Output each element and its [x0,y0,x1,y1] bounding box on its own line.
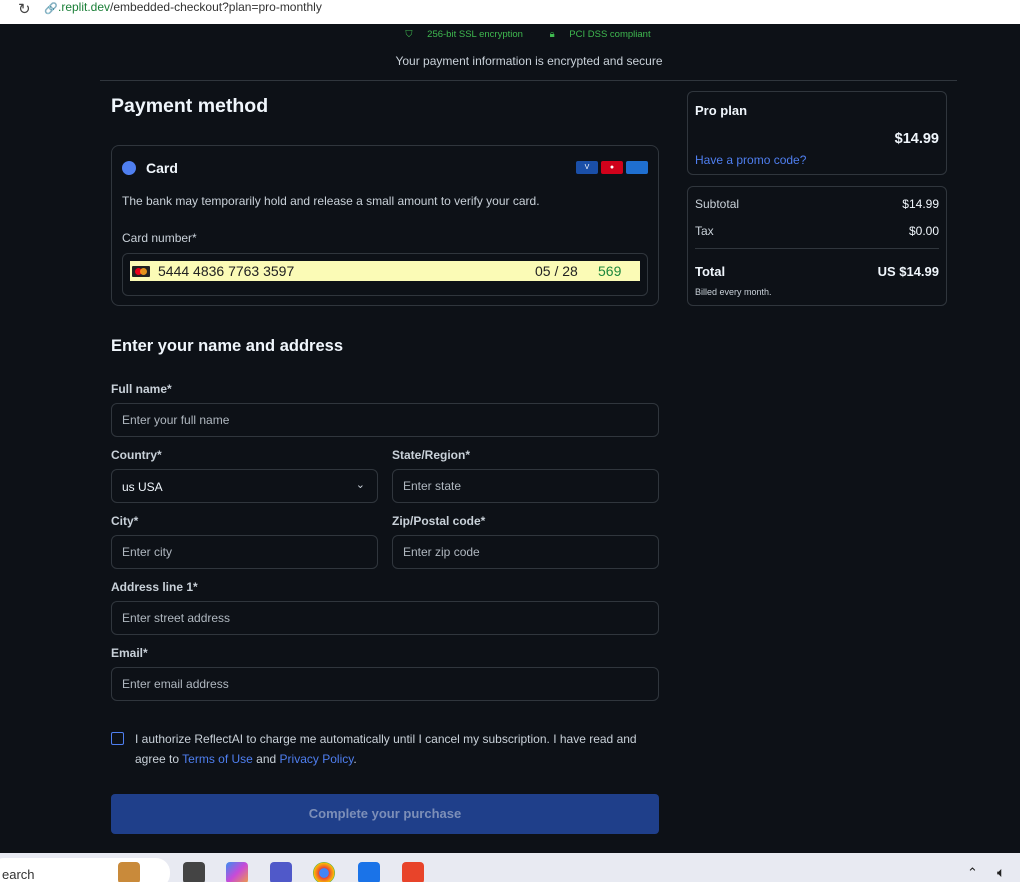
card-cvc-value[interactable]: 569 [598,263,621,279]
mastercard-logo-icon [132,265,150,277]
tax-row: Tax $0.00 [695,224,939,238]
mastercard-icon: ● [601,161,623,174]
country-label: Country* [111,448,162,462]
speaker-icon[interactable]: 🔈︎ [997,864,1005,881]
email-input[interactable] [111,667,659,701]
subtotal-value: $14.99 [902,197,939,211]
country-select[interactable]: us USA ⌄ [111,469,378,503]
plan-price: $14.99 [894,131,939,147]
state-input[interactable] [392,469,659,503]
consent-period: . [353,752,357,766]
app-icon[interactable] [358,862,380,882]
teams-icon[interactable] [270,862,292,882]
link-icon: 🔗 [44,3,58,15]
consent-and: and [252,752,280,766]
promo-code-link[interactable]: Have a promo code? [695,153,806,167]
chevron-down-icon: ⌄ [355,479,365,491]
url-domain: .replit.dev [58,0,111,14]
privacy-policy-link[interactable]: Privacy Policy [280,752,354,766]
full-name-label: Full name* [111,382,172,396]
card-autofill-input[interactable]: 5444 4836 7763 3597 05 / 28 569 [130,261,640,281]
total-value: US $14.99 [877,264,939,279]
card-label: Card [146,160,178,176]
card-radio-selected[interactable] [122,161,136,175]
city-input[interactable] [111,535,378,569]
pci-text: PCI DSS compliant [569,29,651,40]
card-number-label: Card number* [122,231,197,245]
ssl-badge: ⛉ 256-bit SSL encryption [399,29,529,40]
amex-icon [626,161,648,174]
payment-method-title: Payment method [111,95,269,117]
zip-input[interactable] [392,535,659,569]
app-icon-2[interactable] [402,862,424,882]
state-label: State/Region* [392,448,471,462]
url-path: /embedded-checkout?plan=pro-monthly [110,0,322,14]
widgets-icon[interactable] [118,862,140,882]
subtotal-label: Subtotal [695,197,740,211]
card-number-value: 5444 4836 7763 3597 [158,263,295,279]
lock-icon: 🔒︎ [549,29,555,40]
task-view-icon[interactable] [183,862,205,882]
pci-badge: 🔒︎ PCI DSS compliant [544,29,657,40]
copilot-icon[interactable] [226,862,248,882]
address-section-title: Enter your name and address [111,337,343,355]
taskbar-search[interactable]: earch [0,858,170,882]
card-brand-icons: V ● [576,161,648,174]
consent-text: I authorize ReflectAI to charge me autom… [135,729,659,769]
billing-frequency-note: Billed every month. [695,287,772,297]
plan-summary-card: Pro plan $14.99 Have a promo code? [687,91,947,175]
card-verification-note: The bank may temporarily hold and releas… [122,194,540,208]
country-value: us USA [122,480,163,494]
chevron-up-icon[interactable]: ⌃ [967,865,978,881]
reload-icon[interactable]: ↻ [18,0,31,18]
complete-purchase-button[interactable]: Complete your purchase [111,794,659,834]
tax-label: Tax [695,224,714,238]
browser-address-bar: ↻ 🔗 .replit.dev/embedded-checkout?plan=p… [0,0,1020,24]
total-label: Total [695,264,726,279]
full-name-input[interactable] [111,403,659,437]
totals-divider [695,248,939,249]
order-totals-card: Subtotal $14.99 Tax $0.00 Total US $14.9… [687,186,947,306]
card-number-field[interactable]: 5444 4836 7763 3597 05 / 28 569 [122,253,648,296]
terms-of-use-link[interactable]: Terms of Use [182,752,253,766]
address-line-1-input[interactable] [111,601,659,635]
card-expiry-value[interactable]: 05 / 28 [535,263,578,279]
consent-checkbox[interactable] [111,732,124,745]
ssl-text: 256-bit SSL encryption [427,29,523,40]
address-line-1-label: Address line 1* [111,580,198,594]
url-field[interactable]: .replit.dev/embedded-checkout?plan=pro-m… [58,0,322,14]
secure-note: Your payment information is encrypted an… [395,54,663,68]
security-badges: ⛉ 256-bit SSL encryption 🔒︎ PCI DSS comp… [0,29,1020,40]
os-taskbar: earch ⌃ 🔈︎ [0,853,1020,882]
taskbar-search-text: earch [2,867,35,882]
tax-value: $0.00 [908,224,939,238]
email-label: Email* [111,646,148,660]
subtotal-row: Subtotal $14.99 [695,197,939,211]
total-row: Total US $14.99 [695,264,939,279]
divider [100,80,957,81]
plan-name: Pro plan [695,103,748,118]
zip-label: Zip/Postal code* [392,514,486,528]
city-label: City* [111,514,139,528]
card-payment-option[interactable]: Card V ● The bank may temporarily hold a… [111,145,659,306]
chrome-icon[interactable] [313,862,335,882]
shield-icon: ⛉ [405,29,413,40]
visa-icon: V [576,161,598,174]
authorization-consent: I authorize ReflectAI to charge me autom… [111,729,659,769]
